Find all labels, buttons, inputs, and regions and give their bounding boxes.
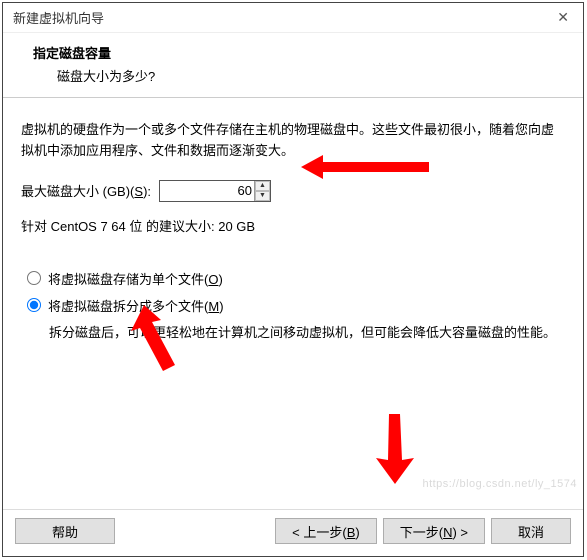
storage-options: 将虚拟磁盘存储为单个文件(O) 将虚拟磁盘拆分成多个文件(M) 拆分磁盘后，可以… (21, 269, 565, 344)
disk-size-row: 最大磁盘大小 (GB)(S): ▲ ▼ (21, 180, 565, 202)
next-button[interactable]: 下一步(N) > (383, 518, 485, 544)
help-button[interactable]: 帮助 (15, 518, 115, 544)
wizard-dialog: 新建虚拟机向导 ✕ 指定磁盘容量 磁盘大小为多少? 虚拟机的硬盘作为一个或多个文… (2, 2, 584, 557)
radio-split-files[interactable]: 将虚拟磁盘拆分成多个文件(M) (21, 296, 565, 315)
description-text: 虚拟机的硬盘作为一个或多个文件存储在主机的物理磁盘中。这些文件最初很小，随着您向… (21, 120, 565, 162)
disk-size-label: 最大磁盘大小 (GB)(S): (21, 181, 151, 200)
titlebar: 新建虚拟机向导 ✕ (3, 3, 583, 33)
button-bar: 帮助 < 上一步(B) 下一步(N) > 取消 (3, 509, 583, 556)
header-section: 指定磁盘容量 磁盘大小为多少? (3, 33, 583, 98)
spinner-buttons: ▲ ▼ (254, 181, 270, 201)
disk-size-spinner: ▲ ▼ (159, 180, 271, 202)
close-icon[interactable]: ✕ (551, 6, 575, 29)
back-button[interactable]: < 上一步(B) (275, 518, 377, 544)
content-area: 虚拟机的硬盘作为一个或多个文件存储在主机的物理磁盘中。这些文件最初很小，随着您向… (3, 98, 583, 509)
radio-single-file-label: 将虚拟磁盘存储为单个文件(O) (48, 269, 223, 288)
recommended-size-text: 针对 CentOS 7 64 位 的建议大小: 20 GB (21, 216, 565, 235)
header-title: 指定磁盘容量 (33, 43, 565, 62)
spinner-up-icon[interactable]: ▲ (255, 181, 270, 191)
radio-single-file[interactable]: 将虚拟磁盘存储为单个文件(O) (21, 269, 565, 288)
window-title: 新建虚拟机向导 (13, 8, 104, 27)
radio-split-files-input[interactable] (27, 298, 41, 312)
radio-split-description: 拆分磁盘后，可以更轻松地在计算机之间移动虚拟机，但可能会降低大容量磁盘的性能。 (21, 323, 565, 344)
radio-split-files-label: 将虚拟磁盘拆分成多个文件(M) (48, 296, 224, 315)
radio-single-file-input[interactable] (27, 271, 41, 285)
cancel-button[interactable]: 取消 (491, 518, 571, 544)
header-subtitle: 磁盘大小为多少? (33, 66, 565, 85)
annotation-arrow-icon (375, 414, 415, 484)
spinner-down-icon[interactable]: ▼ (255, 191, 270, 201)
